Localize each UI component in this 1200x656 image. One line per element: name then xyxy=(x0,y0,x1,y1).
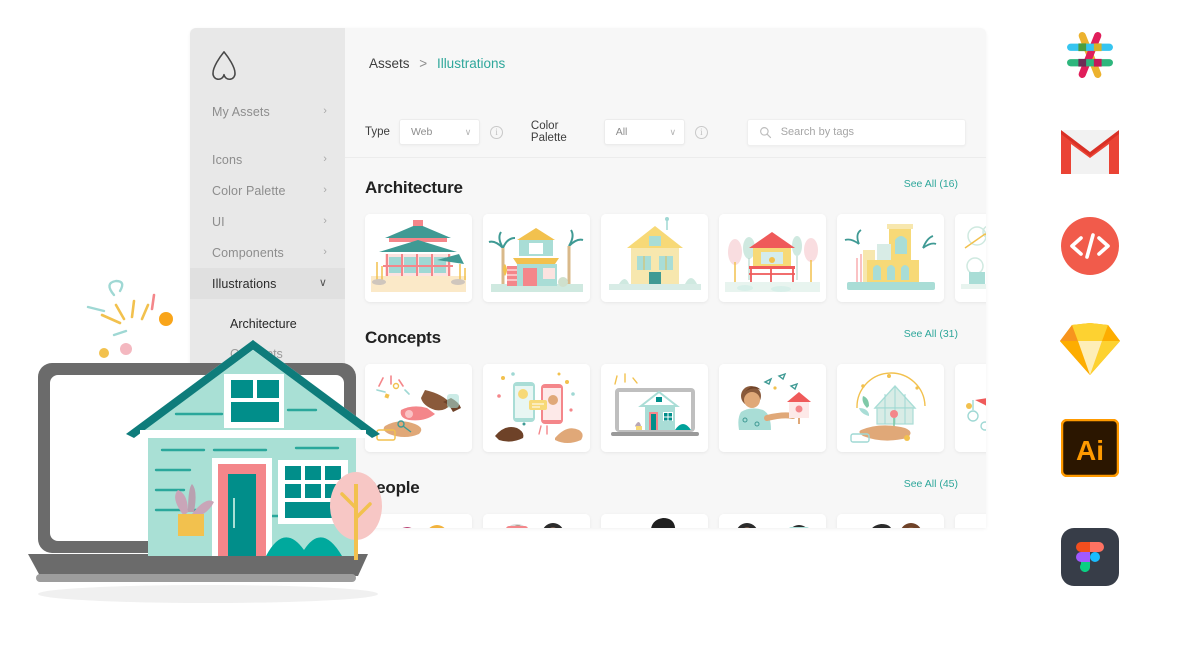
slack-glyph xyxy=(1067,32,1113,78)
illustrator-icon[interactable]: Ai xyxy=(1050,418,1130,478)
thumbnail-family-four[interactable] xyxy=(719,514,826,528)
header-divider xyxy=(345,157,986,158)
palette-filter-label: Color Palette xyxy=(530,120,567,144)
search-icon xyxy=(759,126,772,139)
section-header: Architecture See All (16) xyxy=(365,178,986,202)
thumbnail-row xyxy=(365,214,986,302)
chevron-down-icon: ∨ xyxy=(669,126,677,137)
sketch-glyph xyxy=(1060,323,1120,375)
thumbnail-moroccan-building[interactable] xyxy=(837,214,944,302)
thumbnail-person-birdhouse[interactable] xyxy=(719,364,826,452)
belo-glyph xyxy=(212,50,236,80)
chevron-right-icon: › xyxy=(323,246,327,258)
sidebar-item-label: Icons xyxy=(212,152,243,167)
svg-text:Ai: Ai xyxy=(1076,435,1104,466)
breadcrumb-separator: > xyxy=(419,56,428,71)
chevron-down-icon: ∨ xyxy=(464,126,472,137)
breadcrumb-leaf[interactable]: Illustrations xyxy=(437,56,505,71)
illustrator-glyph: Ai xyxy=(1061,419,1119,477)
type-filter-label: Type xyxy=(365,126,390,138)
thumbnail-tropical-villa[interactable] xyxy=(483,214,590,302)
airbnb-belo-icon[interactable] xyxy=(205,46,243,84)
thumbnail-woman-hoop-earrings[interactable] xyxy=(955,514,986,528)
thumbnail-sketch-house[interactable] xyxy=(955,214,986,302)
section-header: Concepts See All (31) xyxy=(365,328,986,352)
figma-glyph xyxy=(1061,528,1119,586)
slack-icon[interactable] xyxy=(1050,22,1130,88)
thumbnail-hand-greenhouse[interactable] xyxy=(837,364,944,452)
content-area: Assets > Illustrations Type Web ∨ i Colo… xyxy=(345,28,986,528)
app-icon-rail: Ai xyxy=(1050,0,1130,656)
sidebar-item-icons[interactable]: Icons › xyxy=(190,144,345,175)
breadcrumb: Assets > Illustrations xyxy=(369,56,505,71)
type-filter-select[interactable]: Web ∨ xyxy=(398,119,481,145)
filter-bar: Type Web ∨ i Color Palette All ∨ i Searc… xyxy=(365,118,966,146)
sidebar-item-color-palette[interactable]: Color Palette › xyxy=(190,175,345,206)
chevron-right-icon: › xyxy=(323,153,327,165)
thumbnail-woman-waving[interactable] xyxy=(601,514,708,528)
sidebar-item-my-assets[interactable]: My Assets › xyxy=(190,96,345,127)
see-all-link[interactable]: See All (45) xyxy=(904,478,958,490)
figma-icon[interactable] xyxy=(1050,526,1130,588)
palette-filter-select[interactable]: All ∨ xyxy=(603,119,686,145)
chevron-right-icon: › xyxy=(323,184,327,196)
house-illustration xyxy=(118,338,388,573)
breadcrumb-root[interactable]: Assets xyxy=(369,56,410,71)
thumbnail-stilt-house[interactable] xyxy=(719,214,826,302)
search-placeholder: Search by tags xyxy=(780,126,855,138)
thumbnail-family-three[interactable] xyxy=(483,514,590,528)
thumbnail-laptop-house[interactable] xyxy=(601,364,708,452)
code-icon[interactable] xyxy=(1050,214,1130,278)
type-filter-value: Web xyxy=(410,126,433,138)
see-all-link[interactable]: See All (16) xyxy=(904,178,958,190)
sidebar-item-components[interactable]: Components › xyxy=(190,237,345,268)
section-header: People See All (45) xyxy=(365,478,986,502)
palette-filter-value: All xyxy=(615,126,628,138)
see-all-link[interactable]: See All (31) xyxy=(904,328,958,340)
section-architecture: Architecture See All (16) xyxy=(365,178,986,302)
sidebar-item-ui[interactable]: UI › xyxy=(190,206,345,237)
search-input[interactable]: Search by tags xyxy=(746,118,966,146)
chevron-right-icon: › xyxy=(323,215,327,227)
sketch-icon[interactable] xyxy=(1050,318,1130,380)
section-title: Architecture xyxy=(365,178,463,197)
thumbnail-phone-messaging[interactable] xyxy=(483,364,590,452)
thumbnail-couple-two[interactable] xyxy=(837,514,944,528)
sidebar-item-label: Color Palette xyxy=(212,183,286,198)
sidebar-item-label: My Assets xyxy=(212,104,270,119)
thumbnail-row xyxy=(365,364,986,452)
chevron-right-icon: › xyxy=(323,105,327,117)
gmail-glyph xyxy=(1061,130,1119,174)
sidebar-item-label: UI xyxy=(212,214,225,229)
thumbnail-row xyxy=(365,514,986,528)
gmail-icon[interactable] xyxy=(1050,124,1130,180)
thumbnail-yellow-cottage[interactable] xyxy=(601,214,708,302)
section-people: People See All (45) xyxy=(365,478,986,528)
sidebar-item-label: Components xyxy=(212,245,284,260)
code-glyph xyxy=(1061,217,1119,275)
section-concepts: Concepts See All (31) xyxy=(365,328,986,452)
palette-info-icon[interactable]: i xyxy=(695,125,708,139)
thumbnail-paper-plane[interactable] xyxy=(955,364,986,452)
type-info-icon[interactable]: i xyxy=(490,125,503,139)
